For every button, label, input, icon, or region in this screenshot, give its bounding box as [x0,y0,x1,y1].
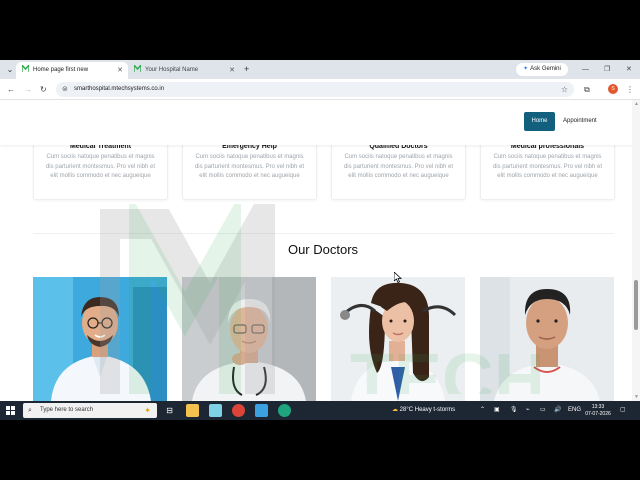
chrome-icon[interactable] [232,404,245,417]
site-header: Home Appointment [0,100,632,145]
nav-home-button[interactable]: Home [524,112,555,131]
our-doctors-heading: Our Doctors [287,242,359,257]
scroll-up-icon[interactable]: ▲ [634,101,639,107]
mtech-favicon-icon [133,63,142,72]
search-icon: ⌕ [28,407,32,414]
extensions-icon[interactable]: ⧉ [584,83,590,96]
page-scrollbar[interactable]: ▲ ▼ [632,100,640,401]
gemini-label: Ask Gemini [530,66,561,72]
mail-icon[interactable] [255,404,268,417]
gemini-sparkle-icon: ✦ [523,66,529,72]
screen: ⌄ Home page first new ✕ Your Hospital Na… [0,0,640,480]
tab-hospital-name[interactable]: Your Hospital Name ✕ [128,62,240,79]
doctor-photo[interactable] [33,277,167,401]
scroll-down-icon[interactable]: ▼ [634,394,639,400]
mtech-favicon-icon [21,63,30,72]
tray-chevron-icon[interactable]: ⌃ [480,401,485,420]
close-tab-icon[interactable]: ✕ [117,62,123,79]
site-info-icon[interactable]: ⊜ [62,82,68,97]
tab-title: Home page first new [33,67,89,73]
service-description: Cum sociis natoque penatibus et magnis d… [45,154,156,179]
tray-app-icon[interactable]: ▣ [494,401,500,420]
volume-icon[interactable]: 🔊 [554,401,561,420]
back-icon[interactable]: ← [7,83,15,96]
task-view-icon[interactable]: ⊟ [163,404,176,417]
notepad-icon[interactable] [209,404,222,417]
windows-start-icon[interactable] [6,406,15,415]
service-description: Cum sociis natoque penatibus et magnis d… [343,154,454,179]
clock-date: 07-07-2026 [585,410,611,417]
doctor-photo[interactable] [182,277,316,401]
weather-temp: 28°C [399,407,414,413]
microphone-icon[interactable]: 🎙 [510,401,518,420]
taskbar-clock[interactable]: 13:33 07-07-2026 [583,404,613,417]
address-bar[interactable]: ⊜ smarthospital.mtechsystems.co.in ☆ [56,82,574,97]
search-placeholder: Type here to search [40,407,94,413]
mouse-cursor-icon [394,272,402,283]
battery-icon[interactable]: ▭ [540,401,546,420]
taskbar-search-input[interactable]: ⌕ Type here to search ✦ [23,403,157,418]
network-icon[interactable]: ⌁ [526,401,530,420]
weather-text: Heavy t-storms [414,407,456,413]
reload-icon[interactable]: ↻ [40,83,47,96]
tab-search-icon[interactable]: ⌄ [4,64,16,75]
service-description: Cum sociis natoque penatibus et magnis d… [194,154,305,179]
scrollbar-thumb[interactable] [634,280,638,330]
service-card: Emergency Help Cum sociis natoque penati… [182,140,317,200]
browser-menu-icon[interactable]: ⋮ [626,83,634,96]
service-card: Qualified Doctors Cum sociis natoque pen… [331,140,466,200]
url-text: smarthospital.mtechsystems.co.in [74,86,165,92]
section-divider [33,233,614,234]
tab-home-page[interactable]: Home page first new ✕ [16,62,128,79]
close-window-icon[interactable]: ✕ [626,63,632,76]
forward-icon[interactable]: → [24,83,32,96]
windows-taskbar: ⌕ Type here to search ✦ ⊟ ☁ 28°C Heavy t… [0,401,640,420]
doctor-photo[interactable] [331,277,465,401]
edge-icon[interactable] [278,404,291,417]
ask-gemini-button[interactable]: ✦ Ask Gemini [516,63,568,76]
maximize-icon[interactable]: ❐ [604,63,610,76]
page-viewport: Medical Treatment Cum sociis natoque pen… [0,100,640,401]
tab-title: Your Hospital Name [145,67,199,73]
bookmark-star-icon[interactable]: ☆ [561,82,568,97]
notifications-icon[interactable]: ▢ [620,401,626,420]
nav-appointment-link[interactable]: Appointment [563,112,597,131]
service-description: Cum sociis natoque penatibus et magnis d… [492,154,603,179]
service-card: Medical Treatment Cum sociis natoque pen… [33,140,168,200]
doctor-photo[interactable] [480,277,614,401]
language-indicator[interactable]: ENG [568,401,581,420]
file-explorer-icon[interactable] [186,404,199,417]
profile-avatar[interactable]: S [608,84,618,94]
browser-tab-strip: ⌄ Home page first new ✕ Your Hospital Na… [0,60,640,79]
service-card: Medical professionals Cum sociis natoque… [480,140,615,200]
weather-widget[interactable]: ☁ 28°C Heavy t-storms [392,401,455,420]
close-tab-icon[interactable]: ✕ [229,62,235,79]
browser-toolbar: ← → ↻ ⊜ smarthospital.mtechsystems.co.in… [0,79,640,100]
minimize-icon[interactable]: — [582,63,589,76]
weather-storm-icon: ☁ [392,407,398,413]
search-highlight-icon: ✦ [144,406,151,415]
new-tab-button[interactable]: + [244,62,254,77]
